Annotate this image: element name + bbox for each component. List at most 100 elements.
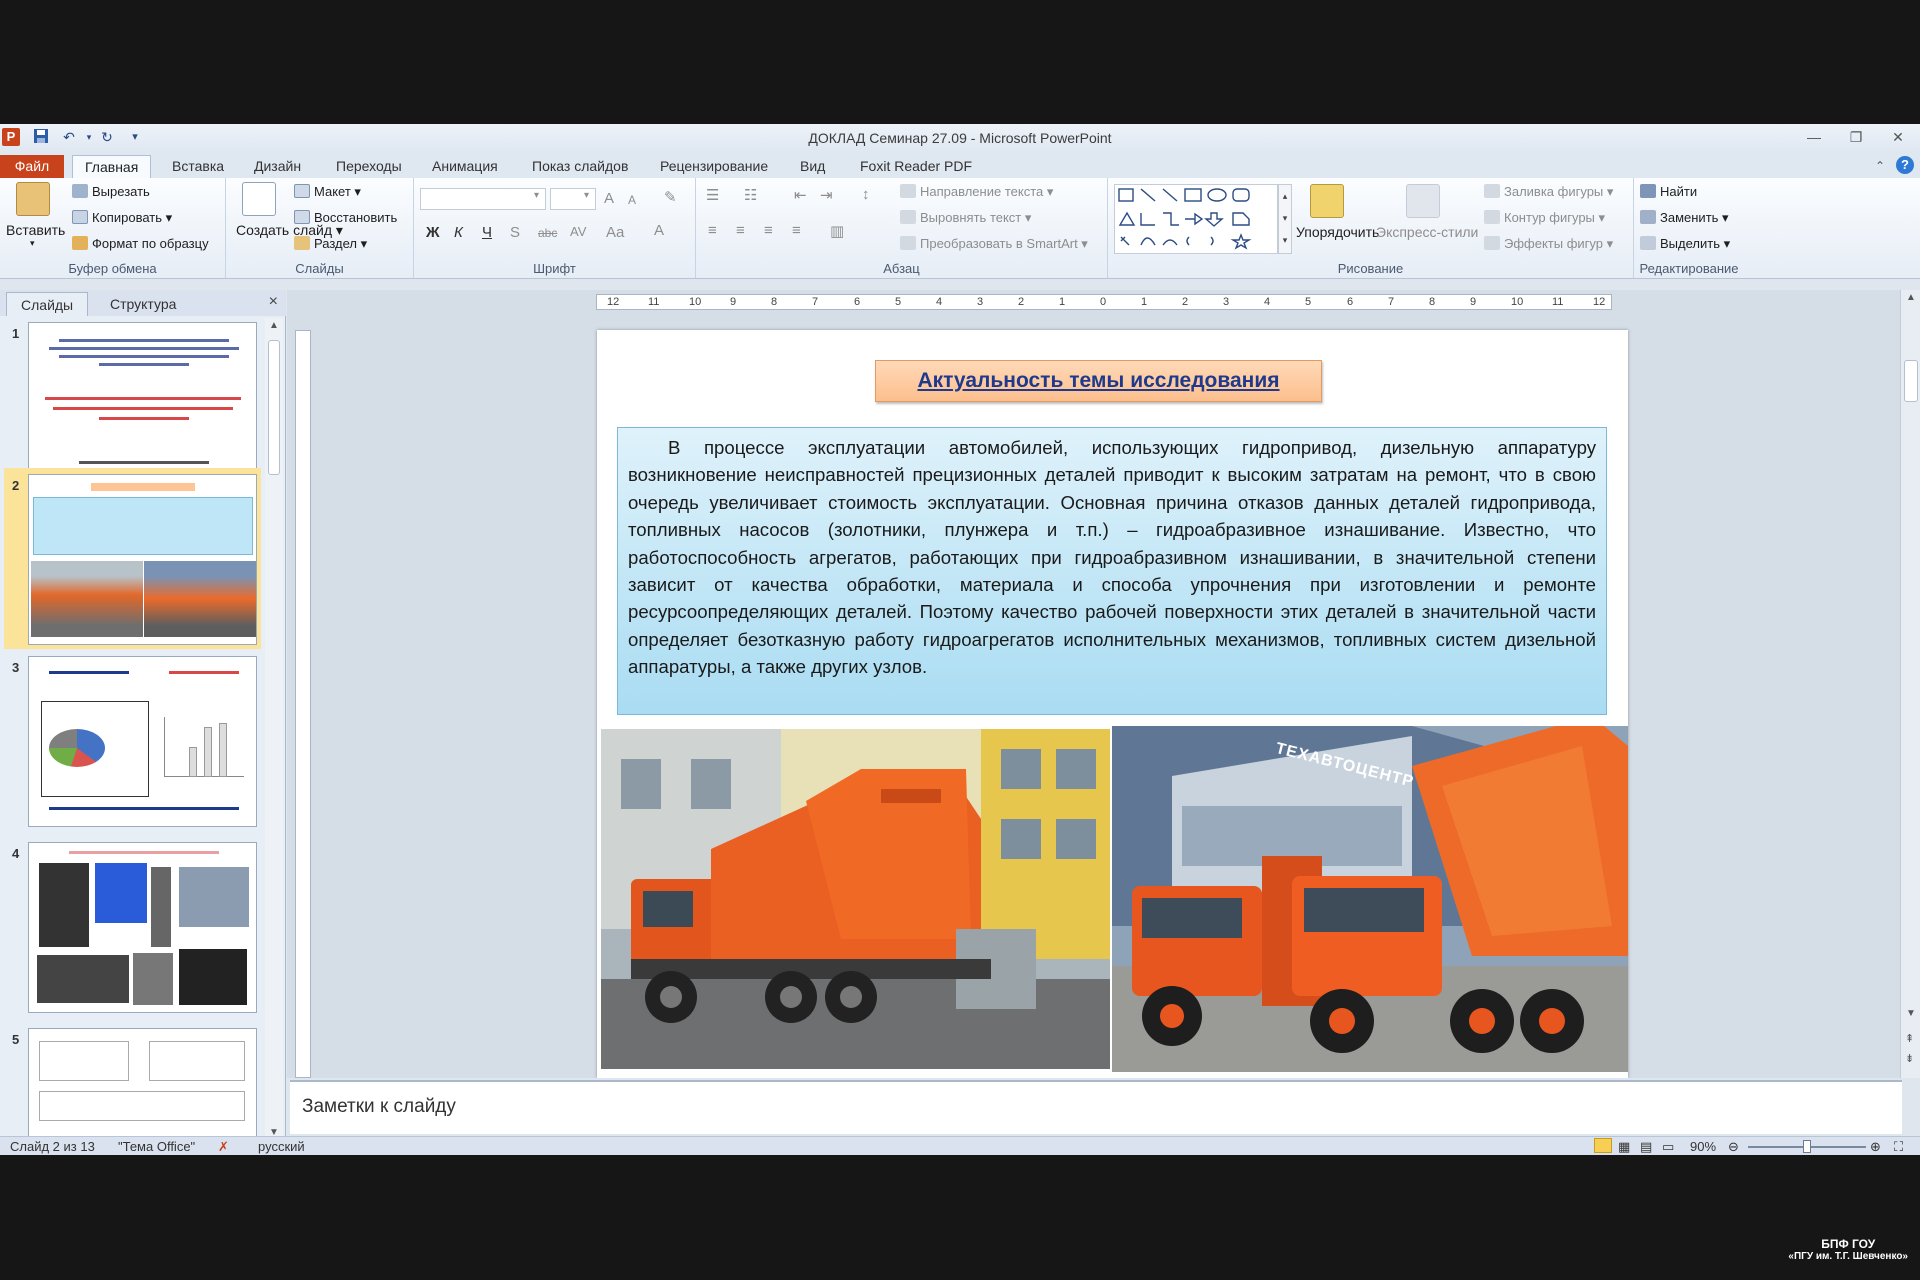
shapes-scroll-icon[interactable]: ▴ ▾ ▾ [1278,184,1292,254]
paste-dropdown-icon[interactable]: ▾ [30,238,35,249]
tab-file[interactable]: Файл [0,155,64,178]
slide-thumbnail-3[interactable] [28,656,257,827]
quick-styles-icon[interactable] [1406,184,1440,218]
tab-animations[interactable]: Анимация [420,155,510,178]
shape-outline-button[interactable]: Контур фигуры ▾ [1484,210,1605,226]
bullets-icon[interactable]: ☰ [706,186,719,204]
editor-scrollbar[interactable]: ▲ ▼ ⇞ ⇟ [1900,290,1920,1078]
shape-fill-button[interactable]: Заливка фигуры ▾ [1484,184,1613,200]
increase-indent-icon[interactable]: ⇥ [820,186,833,204]
help-icon[interactable]: ? [1896,156,1914,174]
char-spacing-button[interactable]: AV [570,224,586,239]
theme-name[interactable]: "Тема Office" [118,1139,195,1154]
arrange-button[interactable]: Упорядочить [1296,224,1379,240]
next-slide-icon[interactable]: ⇟ [1905,1052,1914,1065]
align-left-icon[interactable]: ≡ [708,222,717,239]
tab-view[interactable]: Вид [788,155,837,178]
replace-button[interactable]: Заменить ▾ [1640,210,1729,226]
close-button[interactable]: ✕ [1884,127,1912,147]
slide-thumbnail-2[interactable] [28,474,257,645]
layout-button[interactable]: Макет ▾ [294,184,361,200]
tab-slides[interactable]: Слайды [6,292,89,316]
slide-editor[interactable]: 12 11 10 9 8 7 6 5 4 3 2 1 0 1 2 3 4 5 6 7 8 9 10 11 12 Актуальн… [287,290,1920,1078]
align-right-icon[interactable]: ≡ [764,222,773,239]
minimize-button[interactable]: — [1800,127,1828,147]
horizontal-ruler[interactable]: 12 11 10 9 8 7 6 5 4 3 2 1 0 1 2 3 4 5 6 7 8 9 10 11 12 [596,294,1612,310]
close-panel-icon[interactable]: × [269,293,278,311]
cut-button[interactable]: Вырезать [72,184,150,199]
slide-title[interactable]: Актуальность темы исследования [917,369,1279,392]
ribbon-collapse-icon[interactable]: ⌃ [1866,156,1894,176]
numbering-icon[interactable]: ☷ [744,186,757,204]
change-case-button[interactable]: Aa [606,224,624,241]
select-button[interactable]: Выделить ▾ [1640,236,1730,252]
slide-thumbnail-4[interactable] [28,842,257,1013]
maximize-button[interactable]: ❐ [1842,127,1870,147]
font-size-combo[interactable] [550,188,596,210]
text-direction-button[interactable]: Направление текста ▾ [900,184,1053,200]
shape-effects-button[interactable]: Эффекты фигур ▾ [1484,236,1613,252]
clear-format-icon[interactable]: ✎ [664,188,677,206]
dump-trucks-photo[interactable]: ТЕХАВТОЦЕНТР [1112,726,1628,1072]
slide-body-text[interactable]: В процессе эксплуатации автомобилей, исп… [628,434,1596,681]
smartart-button[interactable]: Преобразовать в SmartArt ▾ [900,236,1088,252]
tab-home[interactable]: Главная [72,155,152,178]
format-painter-button[interactable]: Формат по образцу [72,236,209,251]
vertical-ruler[interactable] [295,330,311,1078]
new-slide-icon[interactable] [242,182,276,216]
zoom-out-icon[interactable]: ⊖ [1728,1139,1739,1155]
shrink-font-icon[interactable]: A [628,193,636,207]
thumbnails-scrollbar[interactable]: ▲ ▼ [265,318,283,1140]
zoom-in-icon[interactable]: ⊕ [1870,1139,1881,1155]
italic-button[interactable]: К [454,224,463,241]
editor-scroll-up-icon[interactable]: ▲ [1906,292,1916,303]
tab-design[interactable]: Дизайн [242,155,313,178]
tab-slideshow[interactable]: Показ слайдов [520,155,640,178]
decrease-indent-icon[interactable]: ⇤ [794,186,807,204]
reset-button[interactable]: Восстановить [294,210,397,225]
slide-thumbnail-5[interactable] [28,1028,257,1140]
align-text-button[interactable]: Выровнять текст ▾ [900,210,1031,226]
garbage-truck-photo[interactable] [601,729,1110,1069]
copy-button[interactable]: Копировать ▾ [72,210,172,226]
slide-canvas[interactable]: Актуальность темы исследования В процесс… [597,330,1628,1078]
underline-button[interactable]: Ч [482,224,492,241]
zoom-slider-handle[interactable] [1803,1140,1811,1153]
shadow-button[interactable]: S [510,224,520,241]
line-spacing-icon[interactable]: ↕ [862,186,870,203]
slide-title-box[interactable]: Актуальность темы исследования [875,360,1322,402]
notes-pane[interactable]: Заметки к слайду [290,1080,1902,1134]
bold-button[interactable]: Ж [426,224,440,241]
scroll-up-icon[interactable]: ▲ [269,320,279,331]
font-name-dropdown-icon[interactable]: ▾ [534,190,539,201]
quick-styles-button[interactable]: Экспресс-стили [1376,224,1478,240]
arrange-icon[interactable] [1310,184,1344,218]
previous-slide-icon[interactable]: ⇞ [1905,1032,1914,1045]
slide-sorter-icon[interactable]: ▦ [1618,1139,1630,1155]
notes-placeholder[interactable]: Заметки к слайду [302,1096,456,1118]
shapes-gallery[interactable] [1114,184,1278,254]
font-name-combo[interactable] [420,188,546,210]
thumbnails-scroll-thumb[interactable] [268,340,280,475]
paste-button[interactable]: Вставить [6,222,65,238]
language-indicator[interactable]: русский [258,1139,305,1154]
font-size-dropdown-icon[interactable]: ▾ [584,190,589,201]
slideshow-view-icon[interactable]: ▭ [1662,1139,1674,1155]
fit-to-window-icon[interactable]: ⛶ [1894,1139,1903,1155]
strikethrough-button[interactable]: abc [538,226,557,240]
section-button[interactable]: Раздел ▾ [294,236,367,252]
font-color-button[interactable]: A [654,222,664,239]
spellcheck-icon[interactable]: ✗ [218,1139,229,1155]
normal-view-icon[interactable] [1594,1138,1612,1153]
zoom-level[interactable]: 90% [1690,1139,1716,1154]
justify-icon[interactable]: ≡ [792,222,801,239]
tab-outline[interactable]: Структура [96,292,190,316]
align-center-icon[interactable]: ≡ [736,222,745,239]
tab-insert[interactable]: Вставка [160,155,236,178]
slide-body-textbox[interactable]: В процессе эксплуатации автомобилей, исп… [617,427,1607,715]
tab-review[interactable]: Рецензирование [648,155,780,178]
columns-icon[interactable]: ▥ [830,222,844,240]
paste-icon[interactable] [16,182,50,216]
editor-scroll-thumb[interactable] [1904,360,1918,402]
reading-view-icon[interactable]: ▤ [1640,1139,1652,1155]
